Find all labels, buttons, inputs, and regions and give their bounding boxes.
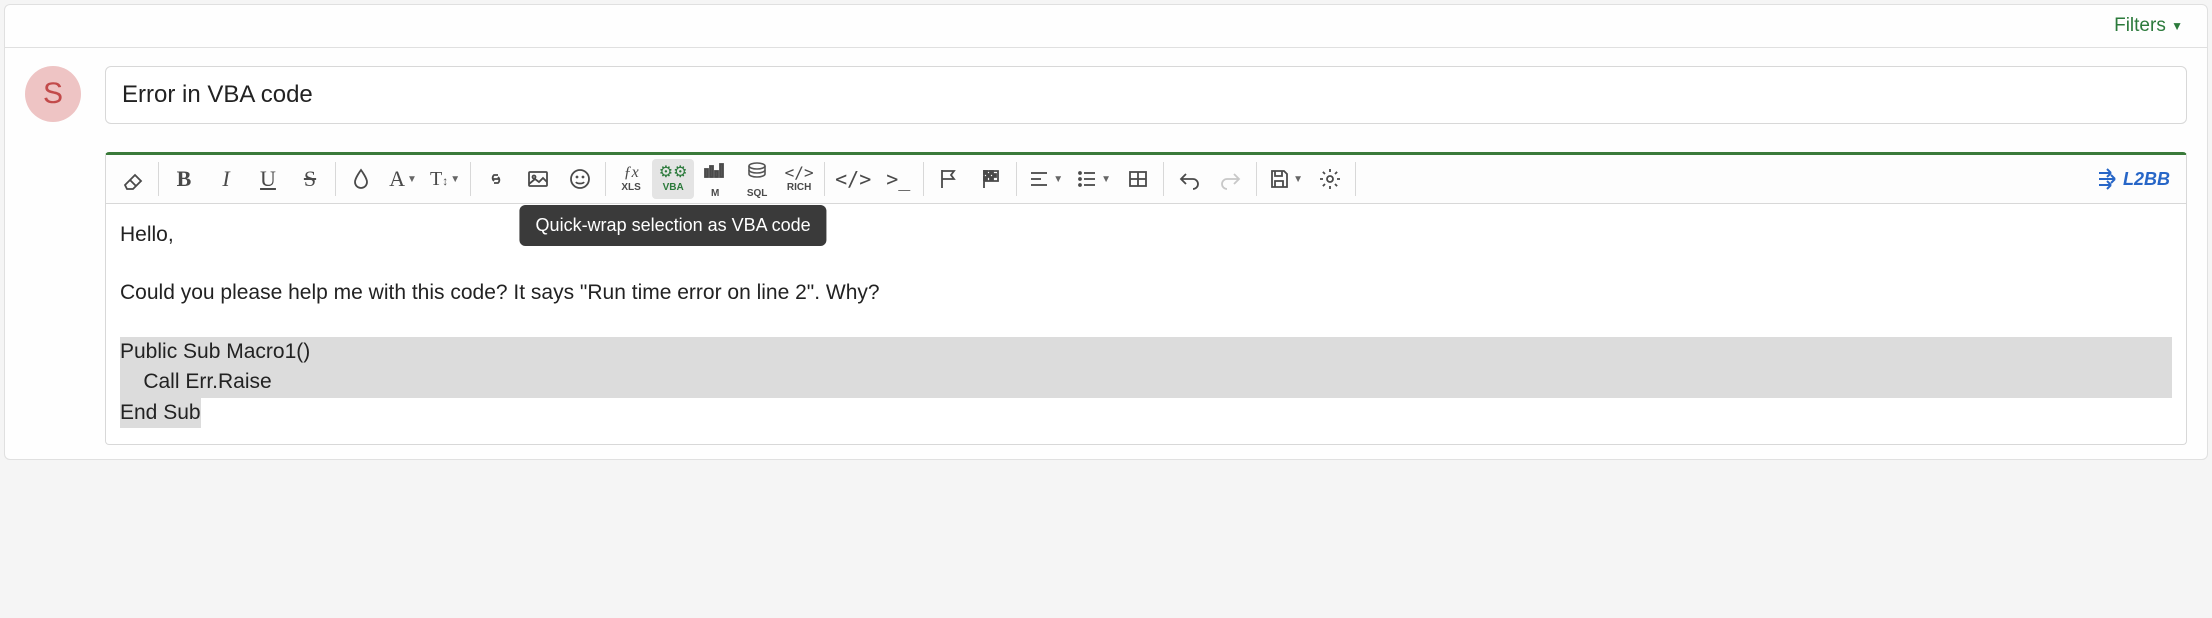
- checkered-flag-icon: [979, 167, 1003, 191]
- rich-editor: B I U S A▼ T↕▼: [105, 152, 2187, 445]
- avatar-letter: S: [43, 77, 63, 111]
- font-a-icon: A: [389, 166, 405, 192]
- rich-code-button[interactable]: </> RICH: [778, 159, 820, 199]
- italic-icon: I: [222, 166, 229, 192]
- caret-down-icon: ▼: [450, 174, 460, 185]
- xls-code-button[interactable]: ƒx XLS: [610, 159, 652, 199]
- font-size-icon: T↕: [430, 168, 448, 191]
- m-code-icon: M: [703, 159, 727, 199]
- toolbar-separator: [1163, 162, 1164, 196]
- link-icon: [484, 167, 508, 191]
- thread-title-input[interactable]: [105, 66, 2187, 124]
- bold-icon: B: [177, 166, 192, 192]
- avatar: S: [25, 66, 81, 122]
- sql-code-icon: SQL: [745, 159, 769, 199]
- undo-button[interactable]: [1168, 159, 1210, 199]
- save-draft-button[interactable]: ▼: [1261, 159, 1309, 199]
- text-color-button[interactable]: [340, 159, 382, 199]
- redo-icon: [1219, 167, 1243, 191]
- toolbar-separator: [1016, 162, 1017, 196]
- editor-toolbar: B I U S A▼ T↕▼: [106, 155, 2186, 204]
- xl2bb-icon: L2BB: [2097, 167, 2170, 191]
- selected-code-line: End Sub: [120, 398, 201, 428]
- smile-icon: [568, 167, 592, 191]
- compose-panel: Filters ▼ S B I: [4, 4, 2208, 460]
- caret-down-icon: ▼: [2171, 19, 2183, 33]
- editor-line: Could you please help me with this code?…: [120, 278, 2172, 308]
- list-icon: [1075, 167, 1099, 191]
- font-family-button[interactable]: A▼: [382, 159, 424, 199]
- toolbar-separator: [1355, 162, 1356, 196]
- toolbar-separator: [158, 162, 159, 196]
- sql-code-button[interactable]: SQL: [736, 159, 778, 199]
- code-button[interactable]: </>: [829, 159, 877, 199]
- bold-button[interactable]: B: [163, 159, 205, 199]
- terminal-button[interactable]: >_: [877, 159, 919, 199]
- m-code-button[interactable]: M: [694, 159, 736, 199]
- editor-content[interactable]: Hello, Could you please help me with thi…: [106, 204, 2186, 444]
- strike-icon: S: [304, 166, 316, 192]
- link-button[interactable]: [475, 159, 517, 199]
- code-icon: </>: [835, 167, 871, 191]
- toolbar-separator: [824, 162, 825, 196]
- editor-line: Hello,: [120, 220, 2172, 250]
- selected-code-line: Public Sub Macro1(): [120, 337, 2172, 367]
- flag-icon: [937, 167, 961, 191]
- toolbar-separator: [1256, 162, 1257, 196]
- terminal-icon: >_: [886, 167, 910, 191]
- caret-down-icon: ▼: [407, 174, 417, 185]
- caret-down-icon: ▼: [1053, 174, 1063, 185]
- filters-bar: Filters ▼: [5, 5, 2207, 48]
- undo-icon: [1177, 167, 1201, 191]
- underline-button[interactable]: U: [247, 159, 289, 199]
- remove-formatting-button[interactable]: [112, 159, 154, 199]
- selected-code-line: Call Err.Raise: [120, 367, 2172, 397]
- table-icon: [1126, 167, 1150, 191]
- finish-button[interactable]: [970, 159, 1012, 199]
- compose-column: B I U S A▼ T↕▼: [105, 66, 2187, 445]
- vba-code-button[interactable]: ⚙⚙ VBA Quick-wrap selection as VBA code: [652, 159, 694, 199]
- save-icon: [1267, 167, 1291, 191]
- toolbar-separator: [605, 162, 606, 196]
- drop-icon: [349, 167, 373, 191]
- image-icon: [526, 167, 550, 191]
- image-button[interactable]: [517, 159, 559, 199]
- xl2bb-button[interactable]: L2BB: [2087, 159, 2180, 199]
- redo-button[interactable]: [1210, 159, 1252, 199]
- table-button[interactable]: [1117, 159, 1159, 199]
- settings-button[interactable]: [1309, 159, 1351, 199]
- align-left-icon: [1027, 167, 1051, 191]
- toolbar-separator: [335, 162, 336, 196]
- list-button[interactable]: ▼: [1069, 159, 1117, 199]
- flag-button[interactable]: [928, 159, 970, 199]
- caret-down-icon: ▼: [1101, 174, 1111, 185]
- underline-icon: U: [260, 166, 276, 192]
- strike-button[interactable]: S: [289, 159, 331, 199]
- eraser-icon: [121, 167, 145, 191]
- tooltip: Quick-wrap selection as VBA code: [520, 205, 827, 246]
- filters-label: Filters: [2114, 15, 2166, 36]
- compose-row: S B I U S: [5, 48, 2207, 459]
- filters-dropdown[interactable]: Filters ▼: [2114, 15, 2183, 37]
- align-button[interactable]: ▼: [1021, 159, 1069, 199]
- font-size-button[interactable]: T↕▼: [424, 159, 466, 199]
- xls-code-icon: ƒx XLS: [621, 165, 640, 193]
- vba-code-icon: ⚙⚙ VBA: [659, 165, 688, 193]
- rich-code-icon: </> RICH: [785, 165, 814, 193]
- caret-down-icon: ▼: [1293, 174, 1303, 185]
- italic-button[interactable]: I: [205, 159, 247, 199]
- emoji-button[interactable]: [559, 159, 601, 199]
- toolbar-separator: [470, 162, 471, 196]
- toolbar-separator: [923, 162, 924, 196]
- gear-icon: [1318, 167, 1342, 191]
